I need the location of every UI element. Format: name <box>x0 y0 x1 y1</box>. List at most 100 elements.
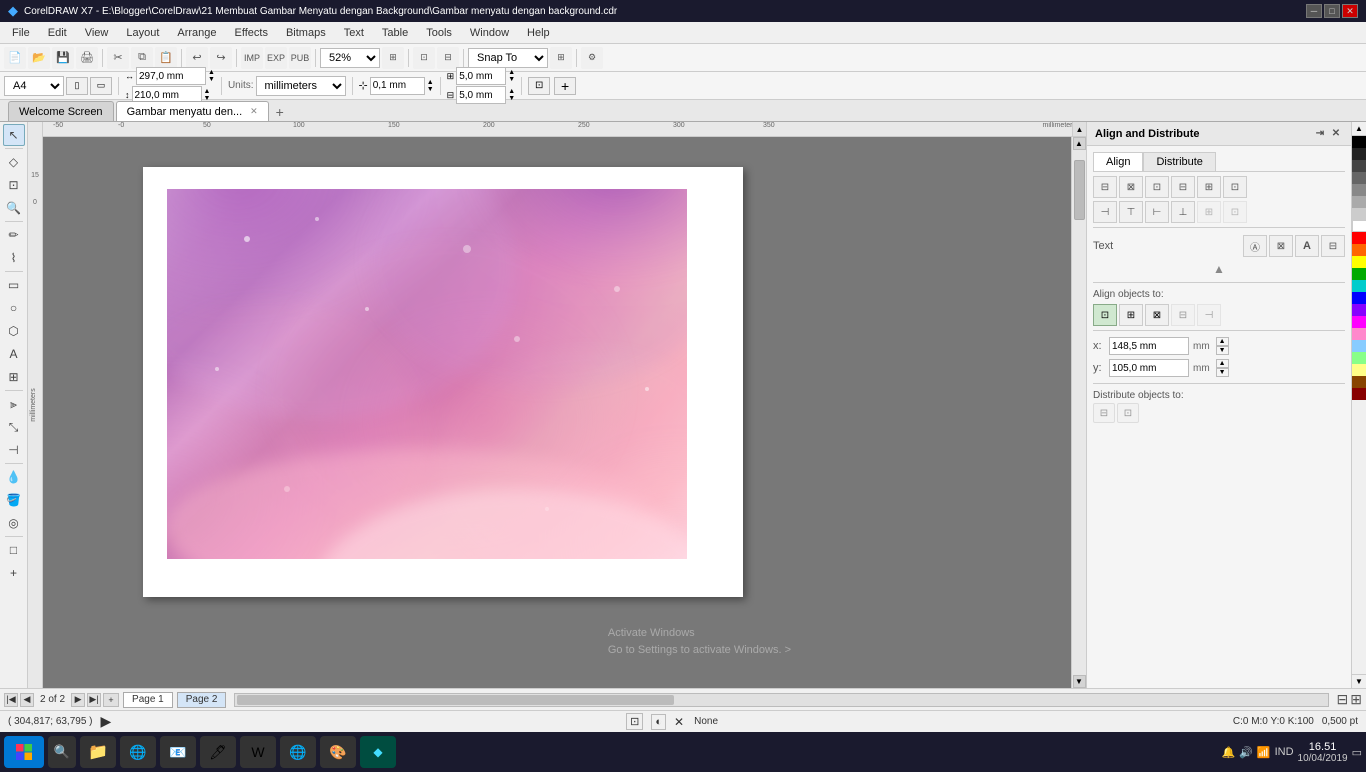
text-tool[interactable]: A <box>3 343 25 365</box>
connector-tool[interactable]: ⤡ <box>3 416 25 438</box>
swatch-green[interactable] <box>1352 268 1366 280</box>
title-bar-controls[interactable]: ─ □ ✕ <box>1306 4 1358 18</box>
h-down[interactable]: ▼ <box>508 76 515 83</box>
swatch-dark1[interactable] <box>1352 148 1366 160</box>
taskbar-file-explorer[interactable]: 📁 <box>80 736 116 768</box>
measure-tool[interactable]: ⊣ <box>3 439 25 461</box>
publish-button[interactable]: PUB <box>289 47 311 69</box>
screen-mode-icon[interactable]: ⊡ <box>626 713 643 730</box>
page1-tab[interactable]: Page 1 <box>123 692 173 708</box>
snap-btn[interactable]: ⊞ <box>550 47 572 69</box>
menu-help[interactable]: Help <box>519 25 558 41</box>
align-center-v[interactable]: ⊞ <box>1197 176 1221 198</box>
page2-tab[interactable]: Page 2 <box>177 692 227 708</box>
swatch-scroll-up[interactable]: ▲ <box>1352 122 1366 136</box>
export-button[interactable]: EXP <box>265 47 287 69</box>
maximize-button[interactable]: □ <box>1324 4 1340 18</box>
taskbar-word[interactable]: W <box>240 736 276 768</box>
swatch-lt-yellow[interactable] <box>1352 364 1366 376</box>
paper-landscape[interactable]: ▭ <box>90 77 112 95</box>
x-coord-input[interactable] <box>1109 337 1189 355</box>
menu-effects[interactable]: Effects <box>227 25 276 41</box>
y-coord-input[interactable] <box>1109 359 1189 377</box>
menu-bitmaps[interactable]: Bitmaps <box>278 25 334 41</box>
add-tab-button[interactable]: + <box>271 103 289 121</box>
scroll-up-button[interactable]: ▲ <box>1073 137 1086 150</box>
align-tab[interactable]: Align <box>1093 152 1143 171</box>
v-up[interactable]: ▲ <box>508 88 515 95</box>
align-bottom-edges[interactable]: ⊡ <box>1223 176 1247 198</box>
v-down[interactable]: ▼ <box>508 95 515 102</box>
taskbar-app3[interactable]: 🖊 <box>200 736 236 768</box>
save-button[interactable]: 💾 <box>52 47 74 69</box>
document-tab[interactable]: Gambar menyatu den... ✕ <box>116 101 269 121</box>
eyedropper-tool[interactable]: 💧 <box>3 466 25 488</box>
h-up[interactable]: ▲ <box>508 69 515 76</box>
minimize-button[interactable]: ─ <box>1306 4 1322 18</box>
show-desktop-button[interactable]: ▭ <box>1352 746 1362 759</box>
menu-file[interactable]: File <box>4 25 38 41</box>
rect-tool[interactable]: ▭ <box>3 274 25 296</box>
v-input[interactable] <box>456 86 506 104</box>
text-align-btn3[interactable]: A <box>1295 235 1319 257</box>
swatch-magenta[interactable] <box>1352 316 1366 328</box>
menu-text[interactable]: Text <box>336 25 372 41</box>
x-up[interactable]: ▲ <box>1216 337 1229 346</box>
smart-draw-tool[interactable]: ⌇ <box>3 247 25 269</box>
prev-page-button[interactable]: ◀ <box>20 693 34 707</box>
add-pg-btn[interactable]: + <box>3 562 25 584</box>
canvas-content[interactable]: Activate Windows Go to Settings to activ… <box>43 137 1071 688</box>
swatch-gray4[interactable] <box>1352 208 1366 220</box>
swatch-white[interactable] <box>1352 220 1366 232</box>
welcome-tab[interactable]: Welcome Screen <box>8 101 114 121</box>
start-button[interactable] <box>4 736 44 768</box>
network-icon[interactable]: 📶 <box>1257 746 1271 759</box>
import-button[interactable]: IMP <box>241 47 263 69</box>
nudge-down[interactable]: ▼ <box>427 86 434 93</box>
menu-view[interactable]: View <box>77 25 117 41</box>
swatch-gray1[interactable] <box>1352 172 1366 184</box>
scroll-down-button[interactable]: ▼ <box>1073 675 1086 688</box>
swatch-cyan[interactable] <box>1352 280 1366 292</box>
last-page-button[interactable]: ▶| <box>87 693 101 707</box>
zoom-out-button[interactable]: ⊟ <box>1337 691 1349 708</box>
view-btn1[interactable]: ⊡ <box>413 47 435 69</box>
swatch-gray3[interactable] <box>1352 196 1366 208</box>
swatch-scroll-down[interactable]: ▼ <box>1352 674 1366 688</box>
swatch-orange[interactable] <box>1352 244 1366 256</box>
panel-detach-button[interactable]: ⇥ <box>1313 127 1327 141</box>
distribute-tab[interactable]: Distribute <box>1143 152 1215 171</box>
scroll-thumb[interactable] <box>1074 160 1085 220</box>
fill-tool[interactable]: 🪣 <box>3 489 25 511</box>
align-right-edges[interactable]: ⊡ <box>1145 176 1169 198</box>
menu-edit[interactable]: Edit <box>40 25 75 41</box>
swatch-brown[interactable] <box>1352 376 1366 388</box>
swatch-pink[interactable] <box>1352 328 1366 340</box>
first-page-button[interactable]: |◀ <box>4 693 18 707</box>
select-tool[interactable]: ↖ <box>3 124 25 146</box>
units-select[interactable]: millimeters <box>256 76 346 96</box>
blend-tool[interactable]: ◎ <box>3 512 25 534</box>
open-button[interactable]: 📂 <box>28 47 50 69</box>
snap-dropdown[interactable]: Snap To <box>468 48 548 68</box>
nudge-input[interactable] <box>370 77 425 95</box>
swatch-dark-red[interactable] <box>1352 388 1366 400</box>
crop-tool[interactable]: ⊡ <box>3 174 25 196</box>
horizontal-scrollbar[interactable] <box>234 693 1328 707</box>
add-page-nav-btn[interactable]: + <box>103 693 119 707</box>
notification-icon[interactable]: 🔔 <box>1221 746 1235 759</box>
menu-layout[interactable]: Layout <box>118 25 167 41</box>
h-scroll-thumb[interactable] <box>237 695 674 705</box>
speaker-icon[interactable]: 🔊 <box>1239 746 1253 759</box>
taskbar-browser1[interactable]: 🌐 <box>120 736 156 768</box>
polygon-tool[interactable]: ⬡ <box>3 320 25 342</box>
swatch-lt-blue[interactable] <box>1352 340 1366 352</box>
view-btn2[interactable]: ⊟ <box>437 47 459 69</box>
copy-button[interactable]: ⧉ <box>131 47 153 69</box>
width-down[interactable]: ▼ <box>208 76 215 83</box>
align-btn-9[interactable]: ⊢ <box>1145 201 1169 223</box>
x-down[interactable]: ▼ <box>1216 346 1229 355</box>
ellipse-tool[interactable]: ○ <box>3 297 25 319</box>
freehand-tool[interactable]: ✏ <box>3 224 25 246</box>
align-obj-btn3[interactable]: ⊠ <box>1145 304 1169 326</box>
